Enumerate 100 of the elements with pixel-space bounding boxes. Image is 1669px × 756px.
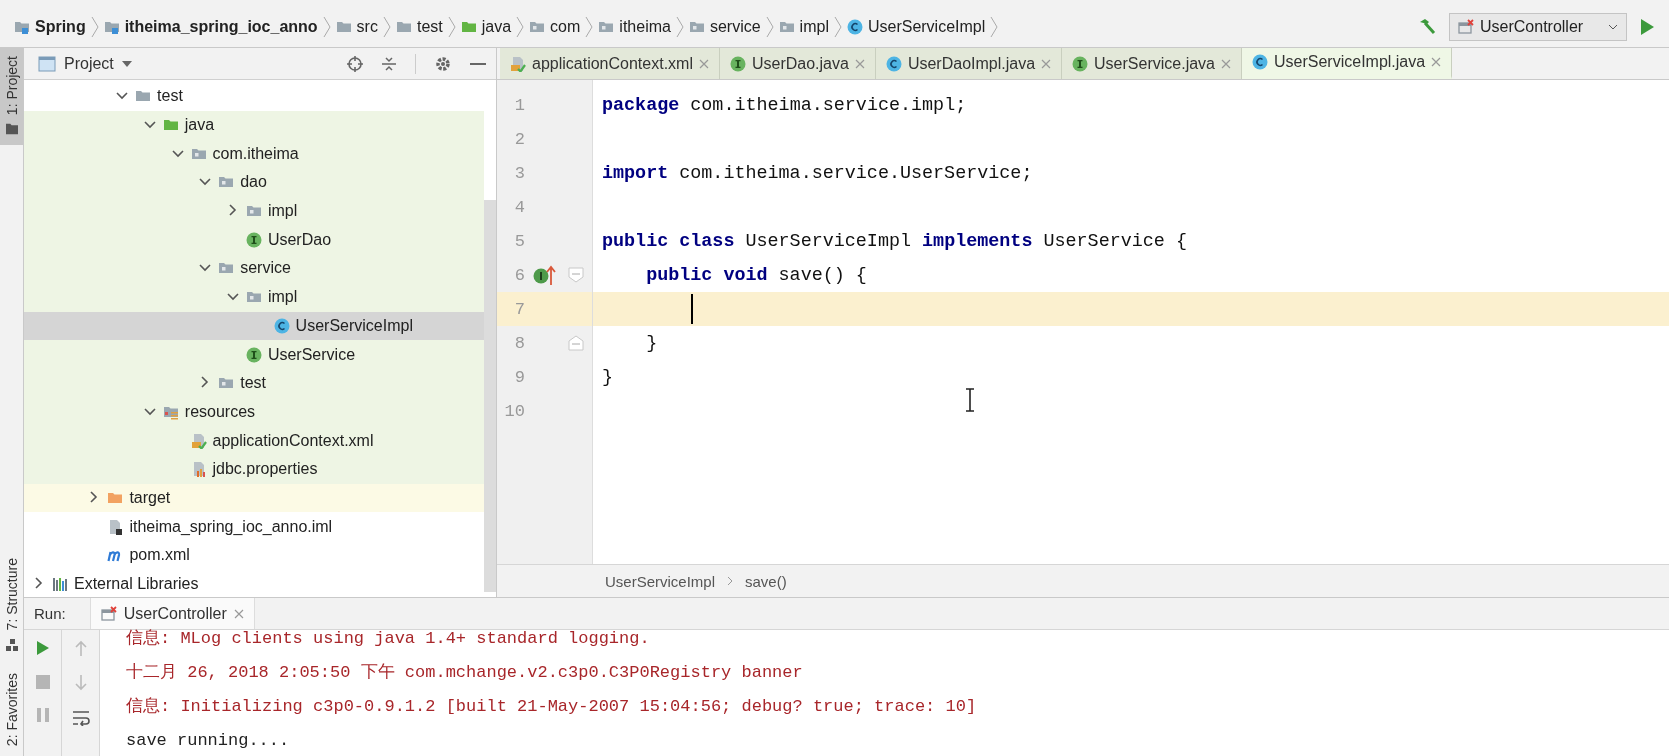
tree-item[interactable]: jdbc.properties (24, 454, 484, 484)
xml-file-icon (190, 432, 207, 449)
separator-icon (447, 16, 456, 38)
editor-tab[interactable]: UserDao.java (719, 48, 876, 79)
tree-item[interactable]: dao (24, 168, 484, 197)
package-icon (688, 19, 705, 35)
module-icon (103, 19, 120, 35)
tree-item[interactable]: UserServiceImpl (24, 311, 484, 341)
line-number: 10 (503, 401, 525, 421)
line-number: 5 (513, 231, 525, 251)
code-line: package com.itheima.service.impl; (602, 94, 967, 116)
package-icon (778, 19, 795, 35)
scrollbar-thumb[interactable] (484, 200, 496, 592)
tree-item[interactable]: UserService (24, 340, 484, 369)
separator-icon (727, 576, 734, 586)
breadcrumb[interactable]: src (335, 18, 378, 36)
class-icon (885, 55, 902, 72)
line-number: 9 (513, 367, 525, 387)
run-tab[interactable]: UserController (89, 598, 255, 629)
breadcrumb[interactable]: UserServiceImpl (846, 18, 986, 36)
editor-tab[interactable]: applicationContext.xml (500, 48, 720, 79)
line-number: 7 (513, 299, 525, 319)
tool-window-button[interactable]: 7: Structure (0, 550, 23, 661)
settings-icon[interactable] (434, 54, 452, 73)
crosshair-icon[interactable] (347, 55, 363, 72)
tree-item[interactable]: test (24, 82, 484, 111)
structure-icon (5, 638, 18, 651)
tree-item[interactable]: applicationContext.xml (24, 426, 484, 455)
separator-icon (382, 16, 391, 38)
tree-item[interactable]: com.itheima (24, 139, 484, 169)
code-line: import com.itheima.service.UserService; (602, 162, 1033, 184)
package-icon (598, 19, 615, 35)
editor-tab[interactable]: UserService.java (1062, 48, 1242, 79)
implements-marker-icon[interactable] (533, 264, 557, 286)
breadcrumb[interactable]: save() (745, 572, 787, 590)
breadcrumb[interactable]: impl (778, 18, 829, 36)
code-line: } (646, 332, 658, 354)
tree-item[interactable]: impl (24, 196, 484, 226)
tree-item[interactable]: target (24, 483, 484, 513)
package-icon (529, 19, 546, 35)
run-config-dropdown[interactable]: UserController (1449, 13, 1627, 41)
console-line: save running.... (126, 730, 291, 752)
module-file-icon (107, 518, 124, 535)
code-line: public class UserServiceImpl implements UserService { (602, 230, 1187, 252)
close-icon[interactable] (1431, 57, 1442, 67)
text-cursor-icon (965, 388, 975, 412)
breadcrumb[interactable]: UserServiceImpl (605, 572, 716, 590)
folder-icon (4, 123, 19, 136)
panel-icon (38, 55, 56, 72)
separator-icon (90, 16, 99, 38)
libraries-icon (52, 576, 68, 593)
tree-item[interactable]: itheima_spring_ioc_anno.iml (24, 512, 484, 541)
tree-item[interactable]: External Libraries (24, 569, 484, 597)
interface-icon (245, 231, 262, 248)
editor-tab[interactable]: UserServiceImpl.java (1242, 48, 1453, 79)
breadcrumb[interactable]: itheima_spring_ioc_anno (103, 18, 318, 36)
tree-item[interactable]: pom.xml (24, 541, 484, 570)
console-line: 信息: Initializing c3p0-0.9.1.2 [built 21-May-2007 15:04:56; debug? true; trace: 10] (126, 696, 977, 718)
tree-item[interactable]: resources (24, 397, 484, 427)
folder-icon (395, 19, 412, 35)
line-number: 1 (513, 95, 525, 115)
caret-icon (121, 60, 132, 67)
breadcrumb[interactable]: itheima (598, 18, 671, 36)
tree-item[interactable]: impl (24, 282, 484, 312)
separator-icon (516, 16, 525, 38)
folder-icon (335, 19, 352, 35)
separator-icon (765, 16, 774, 38)
caret-icon (1608, 23, 1618, 31)
tool-window-button[interactable]: 1: Project (0, 48, 23, 146)
separator-icon (322, 16, 331, 38)
tree-item[interactable]: UserDao (24, 225, 484, 255)
breadcrumb[interactable]: Spring (14, 18, 86, 36)
code-line: public void save() { (646, 264, 867, 286)
tree-item[interactable]: service (24, 254, 484, 283)
line-number: 3 (513, 163, 525, 183)
breadcrumb[interactable]: java (460, 18, 512, 36)
run-config-icon (1458, 19, 1474, 35)
breadcrumb[interactable]: test (395, 18, 443, 36)
run-icon[interactable] (35, 640, 50, 656)
module-icon (14, 19, 30, 35)
xml-file-icon (510, 55, 526, 72)
tree-item[interactable]: test (24, 368, 484, 398)
class-icon (273, 317, 290, 334)
code-line: } (602, 366, 614, 388)
editor-tab[interactable]: UserDaoImpl.java (875, 48, 1063, 79)
console-line: 信息: MLog clients using java 1.4+ standard logging. (126, 628, 651, 650)
tree-item[interactable]: java (24, 110, 484, 140)
run-icon[interactable] (1639, 18, 1655, 36)
tool-window-button[interactable]: 2: Favorites (0, 664, 23, 756)
line-number: 8 (513, 333, 525, 353)
view-dropdown[interactable]: Project (64, 54, 132, 73)
folder-icon (460, 19, 477, 35)
separator-icon (990, 16, 999, 38)
soft-wrap-icon[interactable] (71, 710, 90, 726)
line-number: 6 (513, 265, 525, 285)
line-number: 2 (513, 129, 525, 149)
breadcrumb[interactable]: com (529, 18, 581, 36)
collapse-all-icon[interactable] (381, 55, 397, 72)
close-icon[interactable] (233, 608, 244, 619)
breadcrumb[interactable]: service (688, 18, 761, 36)
